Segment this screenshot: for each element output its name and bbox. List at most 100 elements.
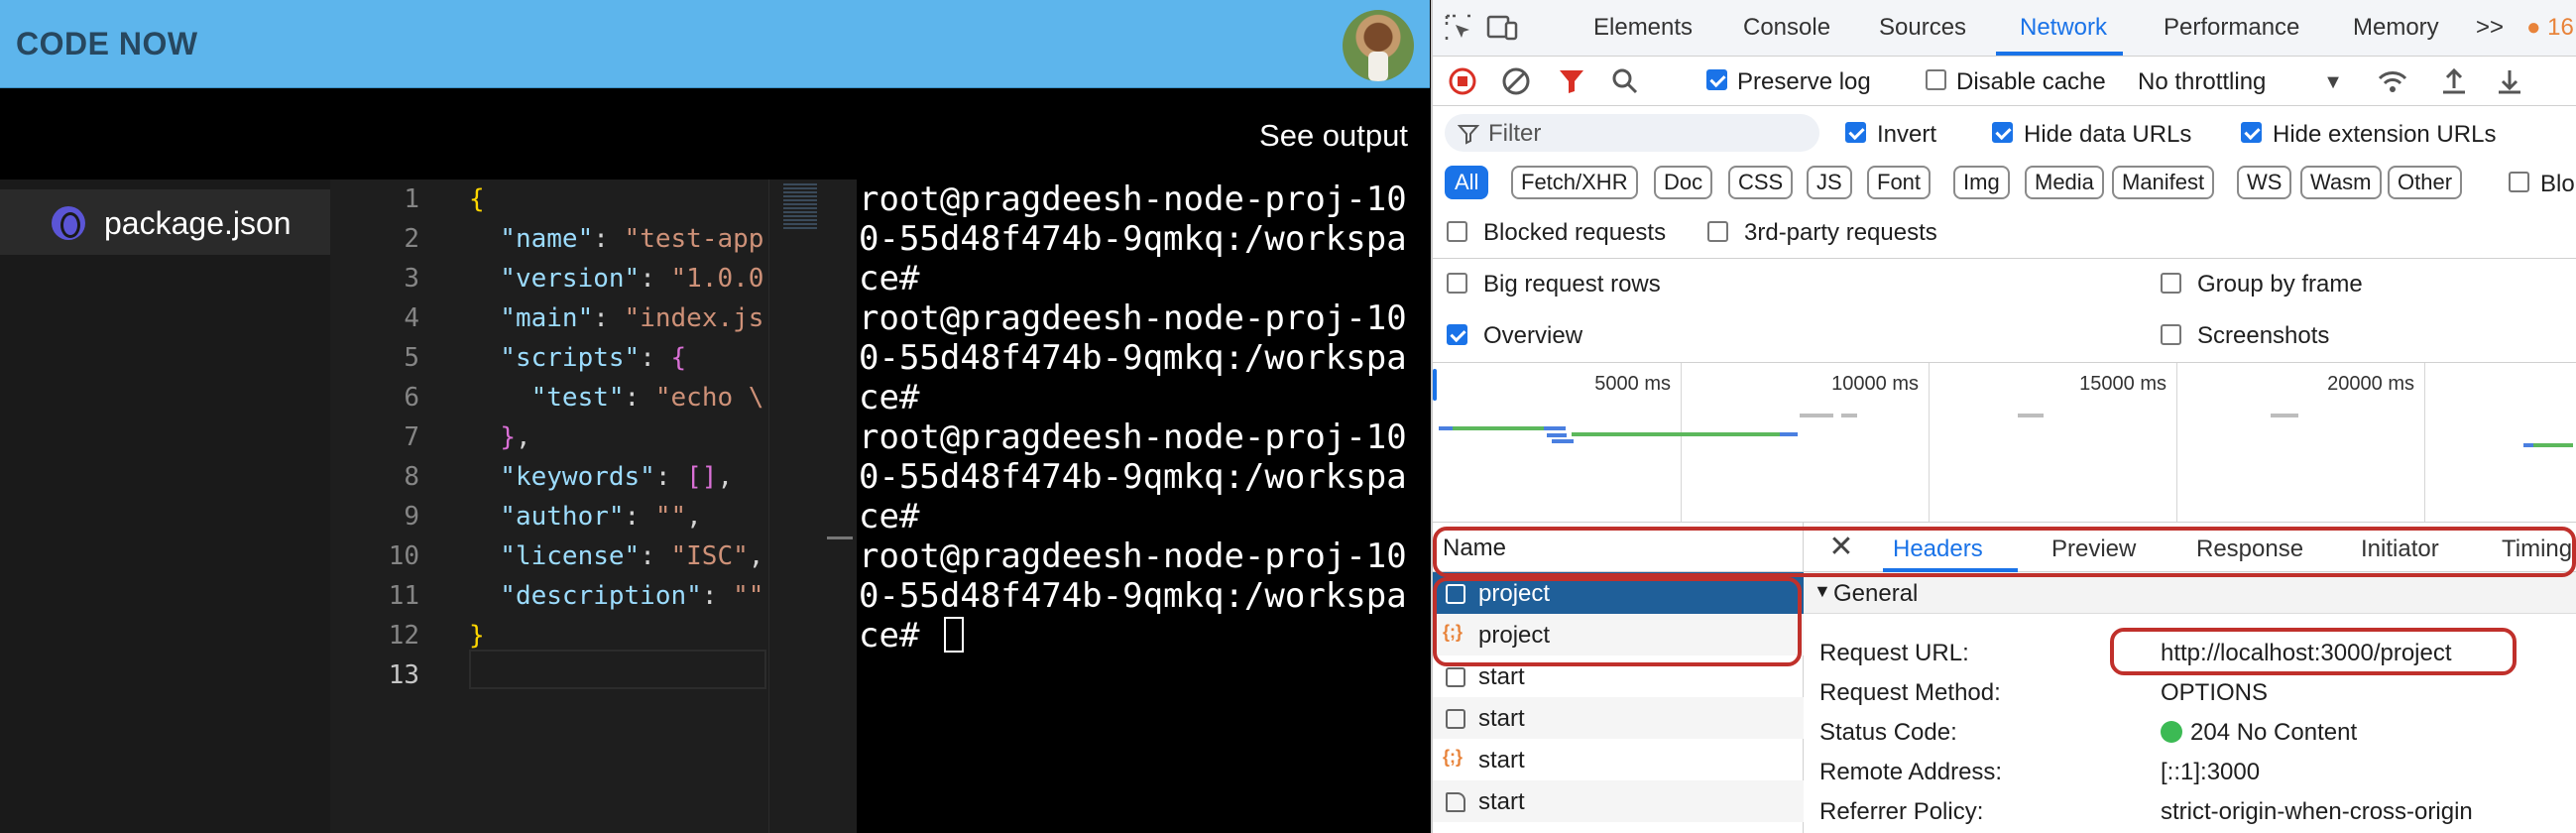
- app-header: CODE NOW: [0, 0, 1430, 88]
- status-code-key: Status Code:: [1819, 719, 1957, 746]
- tab-performance[interactable]: Performance: [2164, 14, 2299, 42]
- chip-img[interactable]: Img: [1953, 166, 2010, 199]
- chip-wasm[interactable]: Wasm: [2300, 166, 2382, 199]
- code-token: :: [640, 343, 671, 373]
- avatar[interactable]: [1343, 10, 1414, 81]
- line-number: 12: [388, 621, 419, 651]
- clear-icon[interactable]: [1498, 63, 1534, 99]
- chip-manifest[interactable]: Manifest: [2112, 166, 2215, 199]
- code-token: "name": [469, 224, 594, 254]
- more-tabs-button[interactable]: >>: [2476, 14, 2504, 42]
- export-har-icon[interactable]: [2492, 63, 2527, 99]
- code-token: ,: [748, 541, 764, 571]
- chip-font[interactable]: Font: [1867, 166, 1932, 199]
- filter-input[interactable]: Filter: [1445, 114, 1819, 152]
- screenshots-checkbox[interactable]: [2161, 324, 2181, 345]
- request-row[interactable]: start: [1433, 697, 1804, 739]
- terminal[interactable]: root@pragdeesh-node-proj-10 0-55d48f474b-…: [857, 179, 1430, 833]
- request-row[interactable]: start: [1433, 780, 1804, 822]
- chip-media[interactable]: Media: [2025, 166, 2104, 199]
- invert-label: Invert: [1877, 121, 1937, 148]
- code-token: :: [593, 224, 625, 254]
- third-party-checkbox[interactable]: [1707, 221, 1728, 242]
- big-request-rows-checkbox[interactable]: [1447, 273, 1467, 294]
- fetch-xhr-icon: {;}: [1443, 747, 1464, 767]
- code-token: []: [686, 462, 718, 492]
- chip-other[interactable]: Other: [2388, 166, 2463, 199]
- request-method-key: Request Method:: [1819, 679, 2001, 706]
- chip-js[interactable]: JS: [1807, 166, 1852, 199]
- general-section-header[interactable]: ▼ General: [1804, 572, 2576, 614]
- chip-doc[interactable]: Doc: [1654, 166, 1713, 199]
- code-content[interactable]: { "name": "test-app "version": "1.0.0 "m…: [469, 179, 766, 833]
- issues-badge[interactable]: ● 16: [2526, 14, 2574, 42]
- request-name: start: [1478, 663, 1525, 690]
- request-name: start: [1478, 788, 1525, 815]
- chip-ws[interactable]: WS: [2237, 166, 2292, 199]
- chip-css[interactable]: CSS: [1728, 166, 1794, 199]
- tab-elements[interactable]: Elements: [1593, 14, 1693, 42]
- chip-all[interactable]: All: [1445, 166, 1489, 199]
- code-token: ,: [686, 502, 702, 532]
- document-icon: [1446, 667, 1465, 687]
- code-editor[interactable]: 1 2 3 4 5 6 7 8 9 10 11 12 13 { "name": "test-app "v…: [330, 179, 768, 833]
- invert-checkbox[interactable]: [1845, 122, 1866, 143]
- chevron-down-icon[interactable]: ▼: [2315, 64, 2351, 100]
- group-by-frame-checkbox[interactable]: [2161, 273, 2181, 294]
- devtools-tab-bar: Elements Console Sources Network Perform…: [1433, 0, 2576, 57]
- line-number: 8: [404, 462, 419, 492]
- code-token: "": [654, 502, 687, 532]
- network-conditions-icon[interactable]: [2375, 63, 2410, 99]
- line-number: 4: [404, 303, 419, 333]
- network-overview-timeline[interactable]: 5000 ms 10000 ms 15000 ms 20000 ms: [1433, 362, 2576, 523]
- see-output-button[interactable]: See output: [1259, 118, 1408, 154]
- status-code-value: 204 No Content: [2161, 719, 2357, 747]
- terminal-text: root@pragdeesh-node-proj-10: [859, 179, 1407, 219]
- request-row[interactable]: {;} start: [1433, 739, 1804, 780]
- tab-memory[interactable]: Memory: [2353, 14, 2439, 42]
- editor-minimap[interactable]: [768, 179, 823, 833]
- timeline-bar: [1552, 439, 1574, 443]
- device-toolbar-icon[interactable]: [1484, 10, 1520, 46]
- filter-funnel-icon[interactable]: [1554, 63, 1589, 99]
- code-token: :: [640, 541, 671, 571]
- chip-fetch-xhr[interactable]: Fetch/XHR: [1511, 166, 1638, 199]
- annotation-highlight-url: [2110, 628, 2517, 675]
- hide-data-urls-checkbox[interactable]: [1992, 122, 2013, 143]
- hide-data-urls-label: Hide data URLs: [2024, 121, 2192, 148]
- overview-checkbox[interactable]: [1447, 324, 1467, 345]
- disable-cache-checkbox[interactable]: [1926, 69, 1946, 90]
- inspect-element-icon[interactable]: [1441, 10, 1476, 46]
- timeline-label: 15000 ms: [2079, 373, 2166, 395]
- referrer-policy-value: strict-origin-when-cross-origin: [2161, 798, 2473, 825]
- blocked-requests-checkbox[interactable]: [1447, 221, 1467, 242]
- blocked-cookies-checkbox[interactable]: [2509, 172, 2529, 192]
- tab-console[interactable]: Console: [1743, 14, 1830, 42]
- file-item-package-json[interactable]: package.json: [0, 189, 330, 255]
- code-line: "author": "",: [469, 497, 702, 536]
- code-line: "test": "echo \: [469, 378, 764, 417]
- code-line: "license": "ISC",: [469, 536, 763, 576]
- record-stop-icon[interactable]: [1445, 63, 1480, 99]
- resource-type-filters: All Fetch/XHR Doc CSS JS Font Img Media …: [1433, 158, 2576, 209]
- hide-extension-urls-checkbox[interactable]: [2241, 122, 2262, 143]
- tab-network[interactable]: Network: [2020, 14, 2107, 42]
- terminal-text: root@pragdeesh-node-proj-10: [859, 298, 1407, 338]
- filter-icon: [1451, 116, 1486, 152]
- split-handle[interactable]: [823, 179, 857, 833]
- code-token: ,: [515, 422, 531, 452]
- preserve-log-checkbox[interactable]: [1706, 69, 1727, 90]
- terminal-line: root@pragdeesh-node-proj-10: [859, 417, 1430, 457]
- timeline-bar: [1780, 432, 1798, 436]
- timeline-handle[interactable]: [1433, 369, 1437, 401]
- timeline-bar: [1544, 426, 1566, 430]
- file-icon: [1446, 792, 1465, 812]
- tab-sources[interactable]: Sources: [1879, 14, 1966, 42]
- search-icon[interactable]: [1607, 63, 1643, 99]
- code-token: :: [701, 581, 734, 611]
- code-token: ,: [717, 462, 734, 492]
- code-line: }: [469, 616, 485, 655]
- import-har-icon[interactable]: [2436, 63, 2472, 99]
- throttling-select[interactable]: No throttling: [2138, 68, 2266, 96]
